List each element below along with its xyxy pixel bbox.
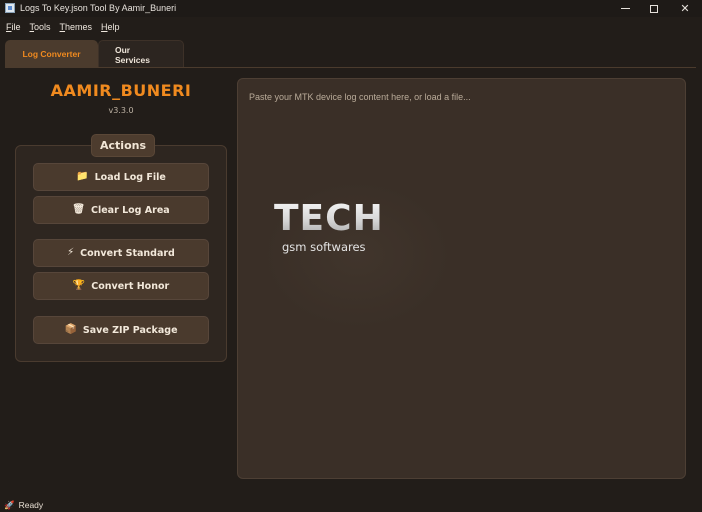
status-bar: 🚀 Ready <box>4 499 43 511</box>
window-title: Logs To Key.json Tool By Aamir_Buneri <box>20 3 177 13</box>
maximize-icon <box>650 4 658 13</box>
menu-help[interactable]: Help <box>101 22 120 32</box>
trophy-icon: 🏆 <box>72 280 86 291</box>
actions-title: Actions <box>91 134 155 157</box>
log-placeholder: Paste your MTK device log content here, … <box>249 92 471 102</box>
menu-bar: File Tools Themes Help <box>0 18 702 35</box>
app-icon <box>5 3 15 13</box>
maximize-button[interactable] <box>639 0 669 17</box>
menu-tools[interactable]: Tools <box>30 22 51 32</box>
menu-file[interactable]: File <box>6 22 21 32</box>
watermark-logo-subtitle: gsm softwares <box>282 240 366 254</box>
clear-log-area-label: Clear Log Area <box>91 204 170 216</box>
package-icon: 📦 <box>64 324 77 335</box>
tab-our-services[interactable]: Our Services <box>98 40 184 68</box>
clear-log-area-button[interactable]: 🗑 Clear Log Area <box>33 196 209 224</box>
load-log-file-label: Load Log File <box>94 171 166 183</box>
brand-title: AAMIR_BUNERI <box>50 81 192 100</box>
convert-standard-button[interactable]: ⚡ Convert Standard <box>33 239 209 267</box>
tab-divider <box>5 67 696 68</box>
tab-bar: Log Converter Our Services <box>5 40 184 68</box>
minimize-icon <box>620 8 630 9</box>
close-icon: ✕ <box>680 2 690 15</box>
minimize-button[interactable] <box>610 0 640 17</box>
save-zip-package-label: Save ZIP Package <box>82 324 178 336</box>
menu-themes[interactable]: Themes <box>60 22 93 32</box>
version-label: v3.3.0 <box>108 106 134 115</box>
convert-honor-button[interactable]: 🏆 Convert Honor <box>33 272 209 300</box>
trash-icon: 🗑 <box>72 204 86 215</box>
tab-log-converter[interactable]: Log Converter <box>5 40 98 68</box>
load-log-file-button[interactable]: 📁 Load Log File <box>33 163 209 191</box>
rocket-icon: 🚀 <box>4 499 15 510</box>
close-button[interactable]: ✕ <box>670 0 700 17</box>
title-bar: Logs To Key.json Tool By Aamir_Buneri ✕ <box>0 0 702 17</box>
status-text: Ready <box>18 500 44 510</box>
lightning-icon: ⚡ <box>67 247 75 258</box>
folder-icon: 📁 <box>76 171 89 182</box>
save-zip-package-button[interactable]: 📦 Save ZIP Package <box>33 316 209 344</box>
convert-honor-label: Convert Honor <box>91 280 170 292</box>
convert-standard-label: Convert Standard <box>80 247 175 259</box>
watermark-logo-title: TECH <box>274 198 384 239</box>
